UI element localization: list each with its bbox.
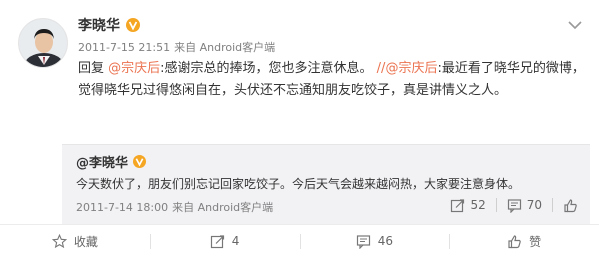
favorite-label: 收藏 — [73, 234, 98, 249]
action-bar: 收藏 4 46 赞 — [0, 224, 599, 257]
repost-forward-count: 52 — [470, 198, 486, 212]
divider — [552, 198, 553, 212]
post-source: 来自 Android客户端 — [174, 41, 276, 54]
author-row: 李晓华 — [78, 14, 140, 36]
author-name[interactable]: 李晓华 — [78, 15, 120, 35]
like-button[interactable]: 赞 — [449, 225, 599, 257]
repost-comment-count: 70 — [526, 198, 542, 212]
forward-icon — [210, 234, 224, 248]
thumbs-up-icon — [564, 198, 577, 212]
repost-source: 来自 Android客户端 — [172, 201, 274, 214]
star-icon — [51, 233, 67, 248]
thumbs-up-icon — [508, 234, 521, 248]
mention-link[interactable]: @宗庆后 — [108, 61, 160, 76]
post-content: 回复 @宗庆后:感谢宗总的捧场，您也多注意休息。 //@宗庆后:最近看了晓华兄的… — [78, 58, 586, 102]
weibo-post-card: 李晓华 2011-7-15 21:51 来自 Android客户端 回复 @宗庆后… — [0, 0, 599, 257]
repost-box: @李晓华 今天数伏了，朋友们别忘记回家吃饺子。今后天气会越来越闷热，大家要注意身… — [62, 144, 590, 224]
divider — [495, 198, 497, 212]
content-text: :感谢宗总的捧场，您也多注意休息。 — [160, 61, 377, 76]
repost-meta: 2011-7-14 18:00 来自 Android客户端 — [76, 199, 273, 215]
repost-timestamp[interactable]: 2011-7-14 18:00 — [76, 201, 168, 214]
post-meta: 2011-7-15 21:51 来自 Android客户端 — [78, 39, 275, 55]
comment-icon — [356, 234, 370, 249]
verified-v-icon — [133, 154, 147, 168]
verified-v-icon — [126, 18, 140, 32]
post-timestamp[interactable]: 2011-7-15 21:51 — [78, 41, 170, 54]
chevron-down-icon[interactable] — [566, 18, 584, 32]
reply-prefix: 回复 — [78, 61, 109, 76]
repost-actions: 52 70 — [450, 195, 578, 215]
comment-button[interactable]: 46 — [299, 225, 450, 257]
forward-count: 4 — [231, 234, 240, 248]
comment-count: 46 — [377, 234, 394, 248]
avatar[interactable] — [18, 18, 68, 68]
repost-text: 今天数伏了，朋友们别忘记回家吃饺子。今后天气会越来越闷热，大家要注意身体。 — [76, 177, 521, 191]
repost-author-row: @李晓华 — [76, 151, 147, 171]
forward-button[interactable]: 4 — [149, 225, 300, 257]
favorite-button[interactable]: 收藏 — [0, 225, 150, 257]
repost-forward-button[interactable]: 52 — [450, 198, 486, 213]
mention-link[interactable]: @宗庆后 — [385, 61, 437, 76]
repost-like-button[interactable] — [563, 198, 578, 213]
repost-comment-button[interactable]: 70 — [507, 198, 542, 213]
like-label: 赞 — [529, 234, 542, 249]
comment-icon — [507, 198, 521, 213]
forward-icon — [451, 198, 465, 212]
repost-author[interactable]: @李晓华 — [76, 152, 128, 171]
